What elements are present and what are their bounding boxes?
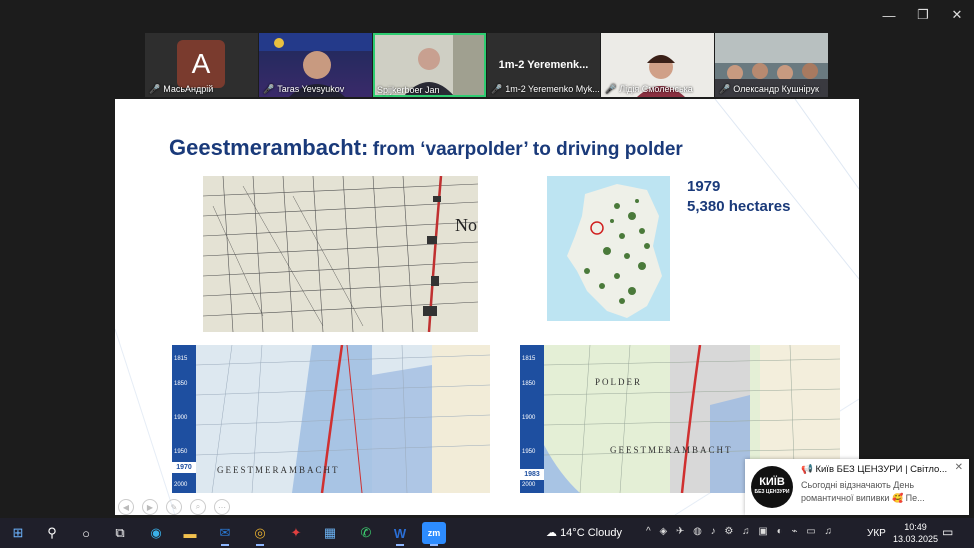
mic-muted-icon: 🎤 <box>605 84 617 94</box>
map-1970: 1815 1850 1900 1950 2000 1970 GEESTMERAM… <box>172 345 490 493</box>
word-icon[interactable]: W <box>388 522 412 546</box>
search-icon[interactable]: ⚲ <box>40 522 64 544</box>
zoom-icon[interactable]: zm <box>422 522 446 546</box>
clock[interactable]: 10:49 13.03.2025 <box>893 521 938 545</box>
timeline-selected-year: 1970 <box>172 462 196 473</box>
system-tray[interactable]: ^ ◈ ✈ ◍ ♪ ⚙ ♫ ▣ ◐ ⌁ ▭ ♫ <box>646 526 835 537</box>
notification-body: Сьогодні відзначають День романтичної ви… <box>801 480 925 503</box>
mic-muted-icon: 🎤 <box>263 84 275 94</box>
shared-slide: Geestmerambacht: from ‘vaarpolder’ to dr… <box>115 99 859 515</box>
map-label: POLDER <box>595 377 643 387</box>
avatar: A <box>177 40 225 88</box>
task-view-icon[interactable]: ⧉ <box>108 522 132 544</box>
map-label: GEESTMERAMBACHT <box>217 465 340 475</box>
language-indicator[interactable]: УКР <box>867 528 886 539</box>
presentation-controls: ◀ ▶ ✎ ⌕ ⋯ <box>118 499 230 515</box>
edge-icon[interactable]: ◉ <box>144 522 168 544</box>
slide-title: Geestmerambacht: from ‘vaarpolder’ to dr… <box>169 135 683 160</box>
notification-center-icon[interactable]: ▭ <box>942 525 953 539</box>
zoom-icon[interactable]: ⌕ <box>190 499 206 515</box>
participant-display-name: 1m-2 Yeremenk... <box>498 59 589 71</box>
participant-tile[interactable]: 1m-2 Yeremenk... 🎤 1m-2 Yeremenko Myk... <box>487 33 600 97</box>
historic-map: No <box>203 176 478 332</box>
windows-icon[interactable]: ⊞ <box>6 522 30 544</box>
weather-widget[interactable]: ☁ 14°C Cloudy <box>546 526 622 539</box>
notification-title: 📢 Київ БЕЗ ЦЕНЗУРИ | Світло... <box>801 464 948 475</box>
participant-tile[interactable]: 🎤 Олександр Кушнірук <box>715 33 828 97</box>
mic-muted-icon: 🎤 <box>719 84 731 94</box>
year-label: 1979 <box>687 178 721 195</box>
taskbar: ⊞ ⚲ ○ ⧉ ◉ ▬ ✉ ◎ ✦ ▦ ✆ W zm ☁ 14°C Cloudy… <box>0 518 974 548</box>
chrome-icon[interactable]: ◎ <box>248 522 272 546</box>
outlook-icon[interactable]: ✉ <box>213 522 237 546</box>
participant-tile[interactable]: 🎤 Taras Yevsyukov <box>259 33 372 97</box>
svg-text:No: No <box>455 215 477 235</box>
slide-stats: 1979 5,380 hectares <box>687 177 790 217</box>
cortana-icon[interactable]: ○ <box>74 522 98 544</box>
participant-name: 🎤 Олександр Кушнірук <box>719 84 819 94</box>
store-icon[interactable]: ▦ <box>318 522 342 544</box>
photos-icon[interactable]: ✦ <box>284 522 308 544</box>
timeline-slider[interactable]: 1815 1850 1900 1950 2000 1970 <box>172 345 196 493</box>
mic-muted-icon: 🎤 <box>149 84 161 94</box>
map-label: GEESTMERAMBACHT <box>610 445 733 455</box>
participant-tile[interactable]: 🎤 Лідія Смоленська <box>601 33 714 97</box>
timeline-slider[interactable]: 1815 1850 1900 1950 2000 1983 <box>520 345 544 493</box>
file-explorer-icon[interactable]: ▬ <box>178 522 202 544</box>
window-controls: — ❐ ✕ <box>872 4 974 26</box>
participant-name: 🎤 Лідія Смоленська <box>605 84 693 94</box>
participant-name: 🎤 Taras Yevsyukov <box>263 84 345 94</box>
minimize-button[interactable]: — <box>872 4 906 26</box>
participant-name: 🎤 1m-2 Yeremenko Myk... <box>491 84 600 94</box>
participant-name: 🎤 МасьАндрій <box>149 84 214 94</box>
mic-muted-icon: 🎤 <box>491 84 503 94</box>
next-slide-icon[interactable]: ▶ <box>142 499 158 515</box>
timeline-selected-year: 1983 <box>520 469 544 480</box>
channel-logo: КИЇВ БЕЗ ЦЕНЗУРИ <box>751 466 793 508</box>
close-button[interactable]: ✕ <box>940 4 974 26</box>
pen-icon[interactable]: ✎ <box>166 499 182 515</box>
notification-toast[interactable]: КИЇВ БЕЗ ЦЕНЗУРИ 📢 Київ БЕЗ ЦЕНЗУРИ | Св… <box>745 459 969 515</box>
participant-tile[interactable]: A 🎤 МасьАндрій <box>145 33 258 97</box>
restore-button[interactable]: ❐ <box>906 4 940 26</box>
participant-name: Spijkerboer Jan <box>377 85 440 95</box>
close-icon[interactable]: ✕ <box>955 462 963 473</box>
previous-slide-icon[interactable]: ◀ <box>118 499 134 515</box>
netherlands-map <box>547 176 670 321</box>
participant-tile-active-speaker[interactable]: Spijkerboer Jan <box>373 33 486 97</box>
area-label: 5,380 hectares <box>687 198 791 215</box>
whatsapp-icon[interactable]: ✆ <box>354 522 378 544</box>
cloud-icon: ☁ <box>546 527 561 539</box>
participant-strip: A 🎤 МасьАндрій 🎤 Taras Yevsyukov Spijkerbo… <box>145 33 828 97</box>
menu-icon[interactable]: ⋯ <box>214 499 230 515</box>
